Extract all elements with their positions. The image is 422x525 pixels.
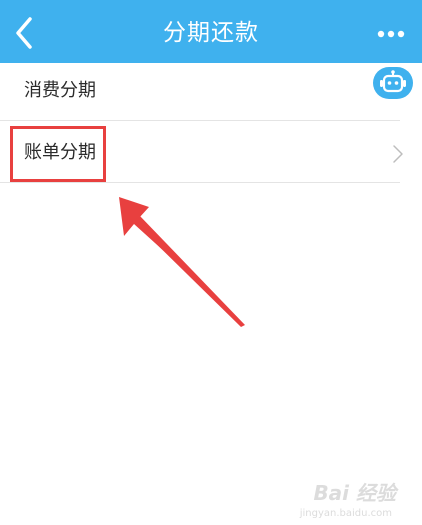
chevron-right-icon [392, 144, 404, 164]
list-item-label: 消费分期 [24, 80, 96, 101]
nav-bar: 分期还款 [0, 0, 422, 63]
watermark-logo: Bai 经验 [313, 481, 396, 505]
assistant-button[interactable] [373, 67, 413, 99]
robot-icon [380, 70, 406, 93]
more-dots-icon [377, 30, 405, 38]
divider [0, 120, 400, 121]
divider [0, 182, 400, 183]
watermark-url: jingyan.baidu.com [299, 508, 392, 519]
list-item-consumption-installment[interactable]: 消费分期 [0, 63, 422, 121]
more-button[interactable] [370, 18, 410, 48]
page-title: 分期还款 [163, 20, 259, 46]
highlight-box [10, 126, 106, 182]
